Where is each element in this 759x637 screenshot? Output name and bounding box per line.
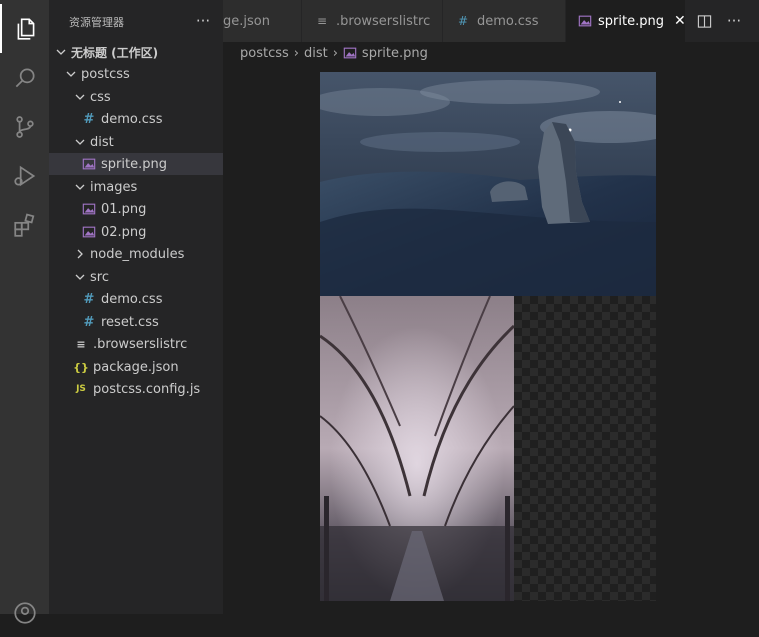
chevron-down-icon [73,270,87,284]
explorer-more-button[interactable]: ··· [192,10,214,32]
tree-item-label: postcss [81,66,130,82]
tab-package-json[interactable]: ge.json [223,0,302,42]
tab-label: .browserslistrc [336,13,431,29]
css-file-icon: # [83,111,95,127]
tree-item-file[interactable]: # reset.css [49,311,223,333]
tab-label: sprite.png [598,13,664,29]
tree-item-file[interactable]: JS postcss.config.js [49,378,223,400]
tree-item-folder[interactable]: css [49,86,223,108]
explorer-sidebar: 资源管理器 ··· 无标题 (工作区) postcss css # demo.c… [49,0,223,614]
explorer-icon[interactable] [0,4,49,53]
image-preview[interactable] [320,72,656,601]
tree-item-label: node_modules [90,246,185,262]
tree-item-file[interactable]: ≡ .browserslistrc [49,333,223,355]
tree-item-label: package.json [93,359,179,375]
config-file-icon: ≡ [76,337,86,351]
tree-item-file[interactable]: # demo.css [49,108,223,130]
chevron-down-icon [73,135,87,149]
chevron-right-icon: › [293,45,299,61]
tree-item-workspace[interactable]: 无标题 (工作区) [49,41,223,63]
extensions-icon[interactable] [0,200,49,249]
more-actions-button[interactable]: ··· [723,11,745,31]
chevron-right-icon: › [332,45,338,61]
tab-demo-css[interactable]: # demo.css [443,0,566,42]
breadcrumb-item[interactable]: dist [304,46,328,61]
tree-item-label: dist [90,134,114,150]
explorer-header: 资源管理器 ··· [49,0,223,42]
lines-file-icon: ≡ [316,14,328,28]
chevron-right-icon [73,247,87,261]
transparency-checkerboard [514,296,656,601]
chevron-down-icon [64,67,78,81]
breadcrumb: postcss › dist › sprite.png [240,43,428,63]
tree-item-label: 02.png [101,224,147,240]
tree-item-label: css [90,89,111,105]
css-file-icon: # [457,14,469,28]
tab-browserslistrc[interactable]: ≡ .browserslistrc [302,0,443,42]
js-file-icon: JS [76,384,86,394]
breadcrumb-item[interactable]: postcss [240,46,289,61]
tree-item-file[interactable]: 02.png [49,221,223,243]
close-icon[interactable]: ✕ [674,13,686,29]
image-file-icon [343,46,357,60]
css-file-icon: # [83,291,95,307]
tree-item-file[interactable]: 01.png [49,198,223,220]
split-editor-icon[interactable] [694,11,714,31]
css-file-icon: # [83,314,95,330]
tree-item-label: 无标题 (工作区) [71,45,159,60]
editor-tab-bar: ge.json ≡ .browserslistrc # demo.css spr… [223,0,759,42]
tree-item-folder-collapsed[interactable]: node_modules [49,243,223,265]
chevron-down-icon [73,180,87,194]
sprite-image-cherry-blossom [320,296,514,601]
sprite-image-desert-night [320,72,656,296]
tree-item-folder[interactable]: images [49,176,223,198]
tree-item-folder[interactable]: src [49,266,223,288]
activity-bar [0,0,49,624]
chevron-down-icon [54,45,68,59]
chevron-down-icon [73,90,87,104]
image-file-icon [81,156,97,172]
tree-item-label: demo.css [101,291,163,307]
tree-item-label: sprite.png [101,156,167,172]
tab-label: ge.json [223,13,270,29]
run-debug-icon[interactable] [0,151,49,200]
explorer-title: 资源管理器 [69,16,124,29]
tree-item-label: .browserslistrc [93,336,188,352]
tree-item-file-selected[interactable]: sprite.png [49,153,223,175]
image-file-icon [81,201,97,217]
tree-item-label: 01.png [101,201,147,217]
tree-item-label: reset.css [101,314,159,330]
tree-item-folder[interactable]: dist [49,131,223,153]
breadcrumb-item[interactable]: sprite.png [362,46,428,61]
tree-item-label: demo.css [101,111,163,127]
tab-sprite-png[interactable]: sprite.png ✕ [566,0,686,42]
account-icon[interactable] [0,588,49,637]
tab-label: demo.css [477,13,539,29]
search-icon[interactable] [0,53,49,102]
tree-item-file[interactable]: # demo.css [49,288,223,310]
tree-item-label: images [90,179,138,195]
tree-item-folder[interactable]: postcss [49,63,223,85]
image-file-icon [578,14,592,28]
json-file-icon: {} [73,360,89,374]
tree-item-file[interactable]: {} package.json [49,356,223,378]
source-control-icon[interactable] [0,102,49,151]
tree-item-label: postcss.config.js [93,381,201,397]
tree-item-label: src [90,269,109,285]
image-file-icon [81,224,97,240]
